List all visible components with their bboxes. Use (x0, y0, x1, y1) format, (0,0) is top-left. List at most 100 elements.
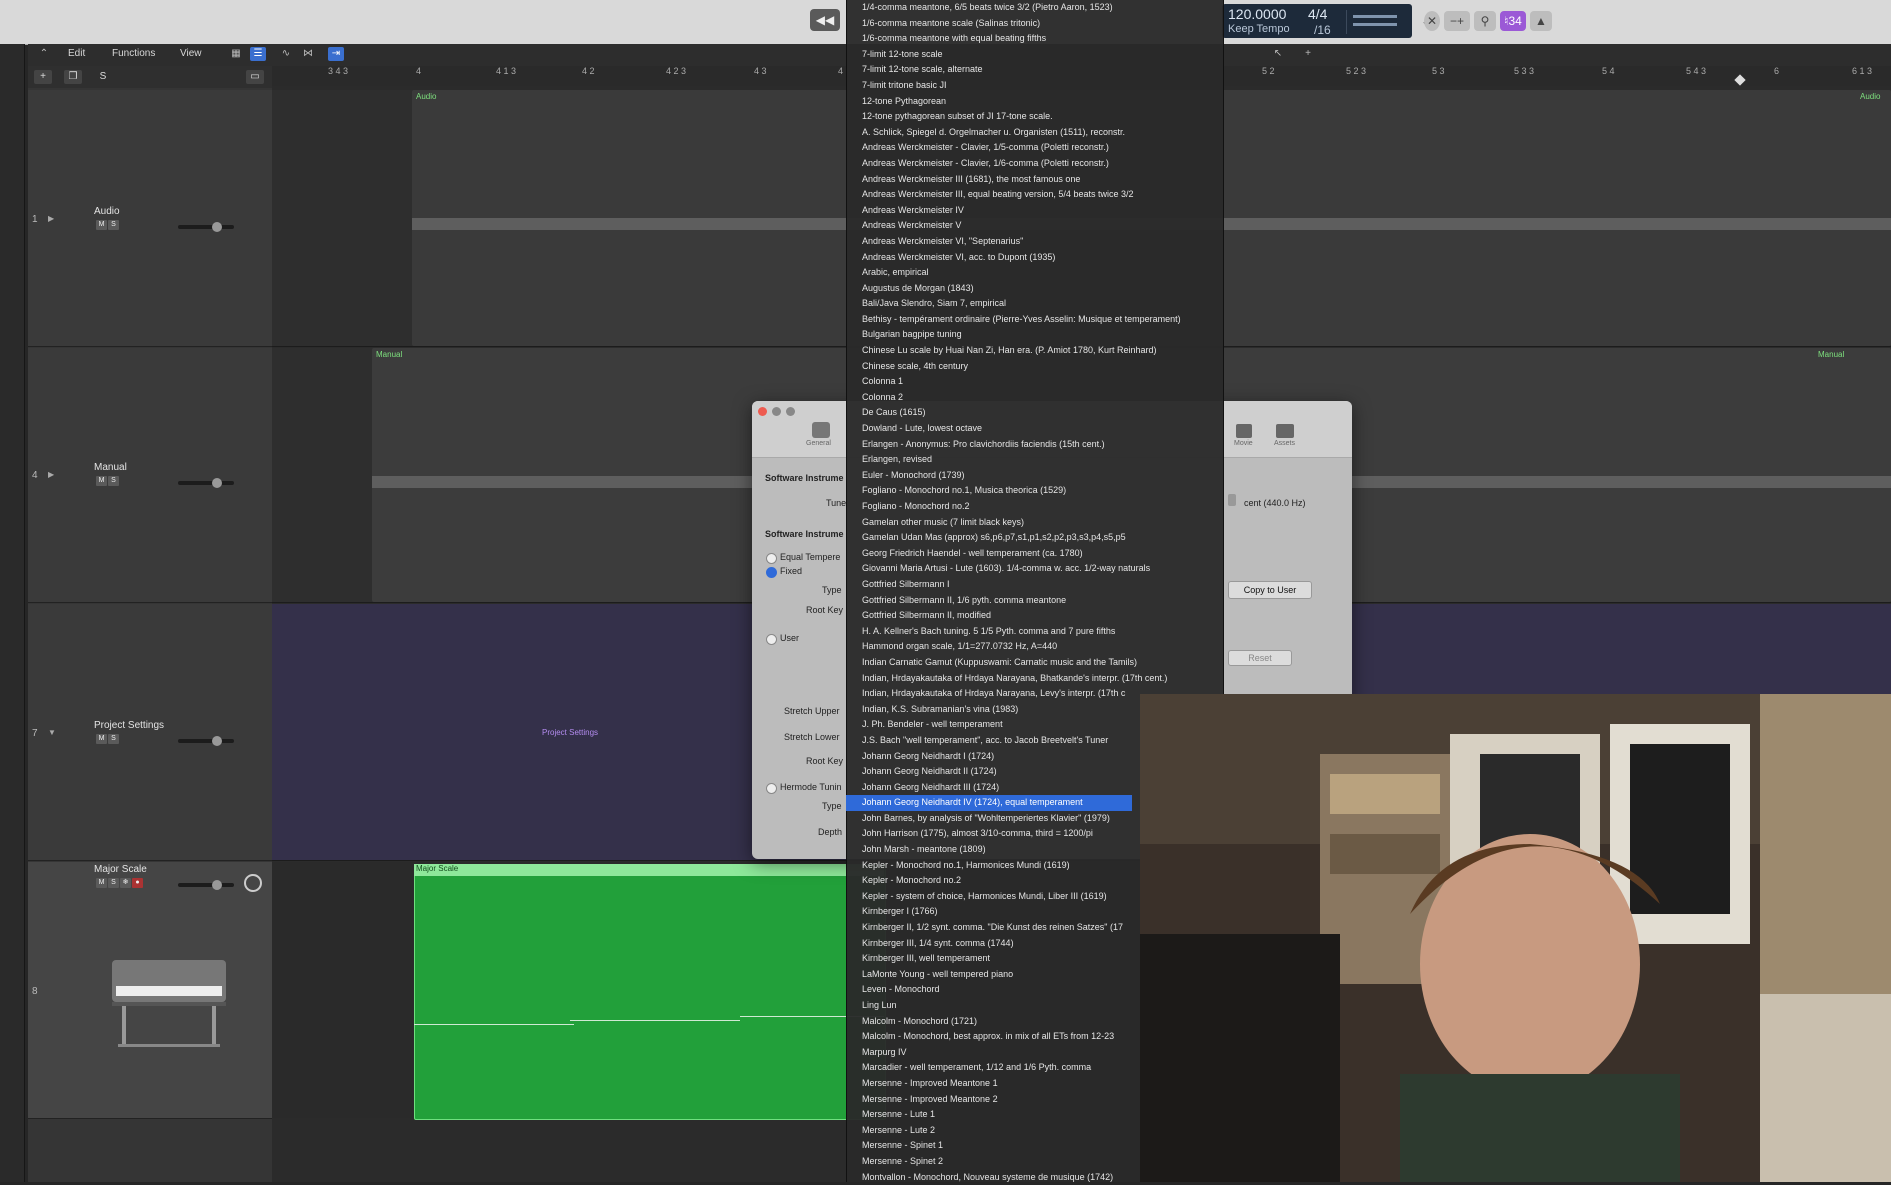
track-header[interactable]: 1 ▶ Audio M S (28, 90, 272, 347)
flex-icon[interactable]: ⋈ (300, 47, 316, 61)
tuning-menu-item[interactable]: Chinese Lu scale by Huai Nan Zi, Han era… (846, 343, 1222, 359)
minimize-icon[interactable] (772, 407, 781, 416)
calendar-icon[interactable]: ▭ (246, 70, 264, 84)
tuning-menu-item[interactable]: Gamelan Udan Mas (approx) s6,p6,p7,s1,p1… (846, 530, 1222, 546)
midi-region[interactable] (414, 864, 886, 1120)
fader-knob[interactable] (212, 478, 222, 488)
tuning-menu-item[interactable]: 7-limit 12-tone scale (846, 47, 1222, 63)
zoom-icon[interactable] (786, 407, 795, 416)
disclosure-icon[interactable]: ▶ (48, 470, 54, 479)
tuning-menu-item[interactable]: Colonna 1 (846, 374, 1222, 390)
duplicate-track-icon[interactable]: ❐ (64, 70, 82, 84)
menu-functions[interactable]: Functions (112, 48, 155, 59)
tuning-menu-item[interactable]: Hammond organ scale, 1/1=277.0732 Hz, A=… (846, 639, 1222, 655)
tuner-icon[interactable]: ⚲ (1474, 11, 1496, 31)
mute-button[interactable]: M (96, 734, 107, 744)
tuning-menu-item[interactable]: A. Schlick, Spiegel d. Orgelmacher u. Or… (846, 125, 1222, 141)
track-header[interactable]: 4 ▶ Manual M S (28, 348, 272, 603)
tuning-menu-item[interactable]: De Caus (1615) (846, 405, 1222, 421)
fader-knob[interactable] (212, 736, 222, 746)
tuning-menu-item[interactable]: 7-limit 12-tone scale, alternate (846, 62, 1222, 78)
tuning-menu-item[interactable]: Gottfried Silbermann II, 1/6 pyth. comma… (846, 593, 1222, 609)
metronome-icon[interactable]: ▲ (1530, 11, 1552, 31)
menu-edit[interactable]: Edit (68, 48, 85, 59)
tuning-menu-item[interactable]: Andreas Werckmeister VI, "Septenarius" (846, 234, 1222, 250)
pointer-tool-icon[interactable]: ↖ (1270, 47, 1286, 61)
zoom-buttons[interactable]: −+ (1444, 11, 1470, 31)
solo-button[interactable]: S (108, 476, 119, 486)
solo-button[interactable]: S (108, 878, 119, 888)
midi-note[interactable] (414, 1024, 574, 1025)
radio-fixed[interactable] (766, 567, 777, 578)
disclosure-icon[interactable]: ▶ (48, 214, 54, 223)
volume-fader[interactable] (178, 481, 234, 485)
tuning-menu-item[interactable]: Bethisy - tempérament ordinaire (Pierre-… (846, 312, 1222, 328)
tuning-menu-item[interactable]: Giovanni Maria Artusi - Lute (1603). 1/4… (846, 561, 1222, 577)
list-view-icon[interactable]: ☰ (250, 47, 266, 61)
tuning-menu-item[interactable]: 7-limit tritone basic JI (846, 78, 1222, 94)
back-icon[interactable]: ⌃ (36, 47, 52, 61)
tuning-menu-item[interactable]: Bali/Java Slendro, Siam 7, empirical (846, 296, 1222, 312)
mute-button[interactable]: M (96, 476, 107, 486)
tuning-menu-item[interactable]: Indian Carnatic Gamut (Kuppuswami: Carna… (846, 655, 1222, 671)
track-name[interactable]: Audio (94, 206, 120, 217)
radio-equal-temperament[interactable] (766, 553, 777, 564)
pencil-tool-icon[interactable]: + (1300, 47, 1316, 61)
tuning-menu-item[interactable]: Gamelan other music (7 limit black keys) (846, 515, 1222, 531)
track-name[interactable]: Major Scale (94, 864, 147, 875)
assets-tab-icon[interactable] (1276, 424, 1294, 438)
volume-fader[interactable] (178, 225, 234, 229)
solo-button[interactable]: S (108, 220, 119, 230)
menu-view[interactable]: View (180, 48, 202, 59)
disclosure-icon[interactable]: ▼ (48, 728, 56, 737)
time-signature[interactable]: 4/4 (1308, 6, 1327, 22)
reset-button[interactable]: Reset (1228, 650, 1292, 666)
fader-knob[interactable] (212, 222, 222, 232)
general-tab-icon[interactable] (812, 422, 830, 438)
tuning-menu-item[interactable]: Dowland - Lute, lowest octave (846, 421, 1222, 437)
automation-icon[interactable]: ∿ (278, 47, 294, 61)
fader-knob[interactable] (212, 880, 222, 890)
division[interactable]: /16 (1314, 23, 1331, 37)
lcd-display[interactable]: 120.0000 Keep Tempo 4/4 /16 (1222, 4, 1412, 38)
tuning-menu-item[interactable]: Andreas Werckmeister VI, acc. to Dupont … (846, 250, 1222, 266)
tuning-menu-item[interactable]: Gottfried Silbermann II, modified (846, 608, 1222, 624)
copy-to-user-button[interactable]: Copy to User (1228, 581, 1312, 599)
tuning-menu-item[interactable]: Andreas Werckmeister III, equal beating … (846, 187, 1222, 203)
tuning-menu-item[interactable]: Fogliano - Monochord no.2 (846, 499, 1222, 515)
tuning-menu-item[interactable]: Andreas Werckmeister III (1681), the mos… (846, 172, 1222, 188)
tempo-value[interactable]: 120.0000 (1228, 6, 1286, 22)
snap-icon[interactable]: ⇥ (328, 47, 344, 61)
tuning-menu-item[interactable]: 1/6-comma meantone with equal beating fi… (846, 31, 1222, 47)
tuning-menu-item[interactable]: 12-tone Pythagorean (846, 94, 1222, 110)
solo-button[interactable]: S (108, 734, 119, 744)
tuning-menu-item[interactable]: Euler - Monochord (1739) (846, 468, 1222, 484)
grid-icon[interactable]: ▦ (228, 47, 244, 61)
mute-button[interactable]: M (96, 220, 107, 230)
replace-icon[interactable]: ✕ (1424, 11, 1440, 31)
tuning-menu-item[interactable]: Erlangen - Anonymus: Pro clavichordiis f… (846, 437, 1222, 453)
track-header[interactable]: 8 Major Scale M S ❄ ● (28, 862, 272, 1119)
volume-fader[interactable] (178, 883, 234, 887)
radio-hermode[interactable] (766, 783, 777, 794)
track-name[interactable]: Project Settings (94, 720, 164, 731)
tuning-menu-item[interactable]: Andreas Werckmeister - Clavier, 1/5-comm… (846, 140, 1222, 156)
tuning-menu-item[interactable]: Fogliano - Monochord no.1, Musica theori… (846, 483, 1222, 499)
tune-stepper[interactable] (1228, 494, 1236, 506)
tuning-menu-item[interactable]: Arabic, empirical (846, 265, 1222, 281)
tuning-menu-item[interactable]: Colonna 2 (846, 390, 1222, 406)
freeze-icon[interactable]: ❄ (120, 878, 131, 888)
tuning-menu-item[interactable]: Bulgarian bagpipe tuning (846, 327, 1222, 343)
track-header[interactable]: 7 ▼ Project Settings M S (28, 604, 272, 861)
tab-general[interactable]: General (806, 440, 831, 447)
count-in-badge[interactable]: ♮34 (1500, 11, 1526, 31)
tuning-menu-item[interactable]: Indian, Hrdayakautaka of Hrdaya Narayana… (846, 671, 1222, 687)
global-solo-button[interactable]: S (94, 70, 112, 84)
tuning-menu-item[interactable]: Andreas Werckmeister V (846, 218, 1222, 234)
tab-movie[interactable]: Movie (1234, 440, 1253, 447)
tab-assets[interactable]: Assets (1274, 440, 1295, 447)
movie-tab-icon[interactable] (1236, 424, 1252, 438)
tuning-menu-item[interactable]: 1/6-comma meantone scale (Salinas triton… (846, 16, 1222, 32)
tuning-menu-item[interactable]: 1/4-comma meantone, 6/5 beats twice 3/2 … (846, 0, 1222, 16)
rewind-button[interactable]: ◀◀ (810, 9, 840, 31)
